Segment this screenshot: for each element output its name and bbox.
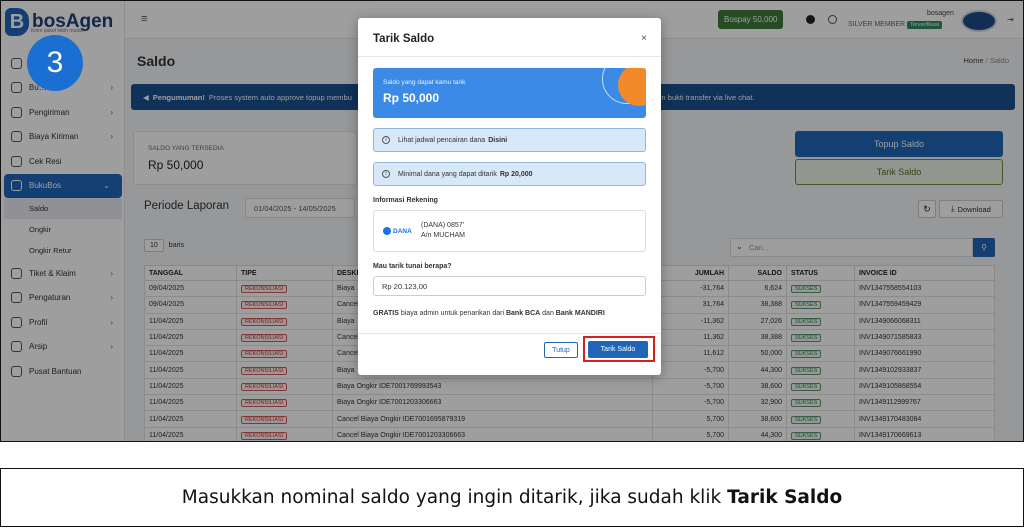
info-icon: i [382, 136, 390, 144]
tarik-saldo-submit-button[interactable]: Tarik Saldo [588, 341, 648, 358]
schedule-info-alert: i Lihat jadwal pencairan dana Disini [373, 128, 646, 152]
free-admin-note: GRATIS biaya admin untuk penarikan dari … [373, 310, 605, 317]
gratis-text: biaya admin untuk penarikan dari [400, 310, 505, 317]
bank-bca: Bank BCA [505, 310, 541, 317]
rekening-number: (DANA) 0857' [421, 222, 464, 229]
modal-footer-divider [358, 333, 661, 334]
rekening-card[interactable]: DANA (DANA) 0857' A/n MUCHAM [373, 210, 646, 252]
app-window: B bosAgen Kirim paket lebih mudah Bu… › P… [0, 0, 1024, 442]
gratis-and: dan [542, 310, 554, 317]
rekening-label: Informasi Rekening [373, 197, 438, 204]
withdrawable-value: Rp 50,000 [383, 91, 440, 105]
step-number-badge: 3 [27, 35, 83, 91]
instruction-caption: Masukkan nominal saldo yang ingin ditari… [0, 468, 1024, 527]
dana-logo: DANA [383, 227, 412, 235]
schedule-info-text: Lihat jadwal pencairan dana [398, 136, 486, 144]
amount-input[interactable]: Rp 20.123,00 [373, 276, 646, 296]
modal-divider [358, 56, 661, 57]
schedule-link[interactable]: Disini [488, 137, 507, 144]
caption-text: Masukkan nominal saldo yang ingin ditari… [181, 487, 722, 508]
minimum-info-text: Minimal dana yang dapat ditarik [398, 170, 497, 178]
bank-mandiri: Bank MANDIRI [555, 310, 605, 317]
dana-logo-text: DANA [393, 227, 412, 235]
rekening-owner: A/n MUCHAM [421, 232, 465, 239]
minimum-value: Rp 20,000 [499, 170, 533, 178]
close-icon[interactable]: × [641, 33, 647, 44]
modal-title: Tarik Saldo [373, 33, 435, 45]
tarik-saldo-modal: Tarik Saldo × Saldo yang dapat kamu tari… [358, 18, 661, 375]
amount-label: Mau tarik tunai berapa? [373, 263, 452, 270]
minimum-info-alert: i Minimal dana yang dapat ditarik Rp 20,… [373, 162, 646, 186]
withdrawable-balance-card: Saldo yang dapat kamu tarik Rp 50,000 [373, 68, 646, 118]
dana-logo-mark [383, 227, 391, 235]
caption-bold: Tarik Saldo [727, 487, 843, 508]
gratis-word: GRATIS [373, 310, 399, 317]
info-icon: i [382, 170, 390, 178]
withdrawable-label: Saldo yang dapat kamu tarik [383, 79, 466, 86]
tutup-button[interactable]: Tutup [544, 342, 578, 358]
